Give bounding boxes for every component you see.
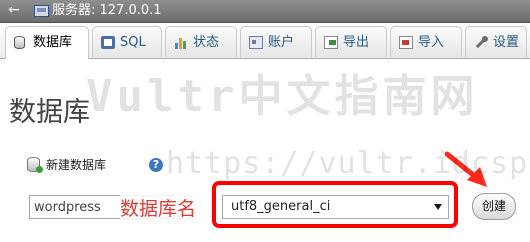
watermark-title: Vultr中文指南网 <box>86 71 479 122</box>
watermark-url: https://vultr.idcspy.com/ <box>166 146 530 181</box>
